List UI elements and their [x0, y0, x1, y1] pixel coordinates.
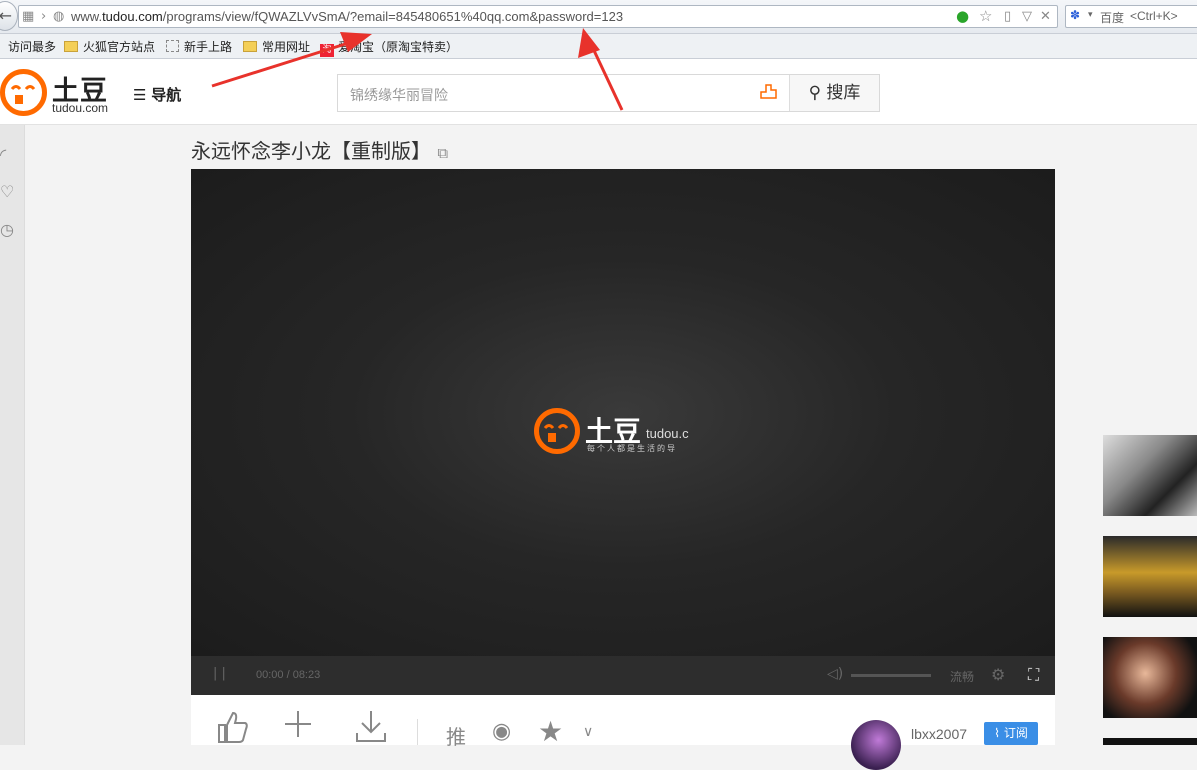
video-player[interactable]: 土豆 tudou.c 每个人都是生活的导 — [191, 169, 1055, 656]
back-button[interactable]: ← — [0, 1, 18, 31]
volume-icon[interactable]: ◁) — [827, 666, 843, 682]
star-icon[interactable]: ★ — [538, 715, 563, 748]
tudou-logo-icon[interactable] — [0, 69, 47, 116]
settings-icon[interactable]: ⚙ — [991, 665, 1005, 684]
video-title: 永远怀念李小龙【重制版】 ⧉ — [191, 139, 449, 163]
subscribe-button[interactable]: ⌇ 订阅 — [984, 722, 1038, 745]
site-search: 锦绣缘华丽冒险 ⚲ 搜库 — [337, 74, 880, 112]
rss-icon[interactable]: ◜ — [0, 145, 6, 164]
clock-icon[interactable]: ◷ — [0, 220, 14, 239]
nav-menu-button[interactable]: ☰ 导航 — [133, 84, 181, 105]
search-engine-label: 百度 — [1100, 11, 1125, 25]
ranking-icon[interactable] — [760, 83, 778, 104]
heart-icon[interactable]: ♡ — [0, 182, 14, 201]
page-icon: ▦ — [22, 9, 35, 24]
avatar[interactable] — [851, 720, 901, 770]
pause-icon[interactable]: | | — [213, 666, 226, 681]
related-video-thumbnail[interactable] — [1103, 637, 1197, 718]
time-display: 00:00 / 08:23 — [256, 669, 321, 681]
dropdown-icon[interactable]: ▽ — [1022, 9, 1032, 24]
search-shortcut: <Ctrl+K> — [1130, 9, 1178, 23]
hamburger-icon: ☰ — [133, 86, 152, 104]
related-video-thumbnail[interactable] — [1103, 435, 1197, 516]
player-slogan: 每个人都是生活的导 — [587, 444, 677, 453]
copy-icon[interactable]: ⧉ — [437, 144, 448, 162]
chevron-right-icon: › — [41, 9, 47, 24]
globe-icon: ◍ — [53, 9, 65, 24]
bookmark-item[interactable]: 常用网址 — [243, 38, 310, 55]
thumbs-up-icon[interactable] — [215, 709, 249, 750]
logo-domain: tudou.com — [52, 101, 109, 115]
quality-button[interactable]: 流畅 — [950, 668, 974, 685]
volume-slider[interactable] — [851, 674, 931, 677]
folder-icon — [243, 41, 257, 52]
url-text: www.tudou.com/programs/view/fQWAZLVvSmA/… — [71, 9, 624, 24]
fullscreen-icon[interactable]: ⛶ — [1028, 665, 1039, 685]
browser-search[interactable]: ✽ ▾ 百度 <Ctrl+K> — [1065, 5, 1197, 28]
plus-icon[interactable] — [283, 709, 313, 746]
search-input[interactable]: 锦绣缘华丽冒险 — [350, 85, 448, 105]
player-logo-domain: tudou.c — [646, 426, 689, 441]
bookmarks-bar: 访问最多 火狐官方站点 新手上路 常用网址 淘爱淘宝（原淘宝特卖） — [0, 34, 1197, 59]
bookmark-item[interactable]: 火狐官方站点 — [64, 38, 155, 55]
bookmark-item[interactable]: 新手上路 — [166, 38, 232, 55]
mobile-icon[interactable]: ▯ — [1004, 9, 1011, 24]
divider — [417, 719, 418, 745]
weibo-icon[interactable]: ◉ — [492, 719, 511, 744]
recommend-button[interactable]: 推 — [446, 721, 466, 750]
action-bar: 推 ◉ ★ ∨ lbxx2007 ⌇ 订阅 — [191, 695, 1055, 770]
download-icon[interactable] — [355, 709, 387, 750]
rss-icon: ⌇ — [994, 726, 1004, 740]
address-bar[interactable]: ▦ › ◍ www.tudou.com/programs/view/fQWAZL… — [18, 5, 1058, 28]
uploader-name[interactable]: lbxx2007 — [911, 726, 967, 742]
site-header: 土豆 tudou.com ☰ 导航 锦绣缘华丽冒险 ⚲ 搜库 — [0, 59, 1197, 125]
dropdown-icon: ▾ — [1088, 9, 1093, 19]
close-icon[interactable]: ✕ — [1040, 9, 1051, 24]
player-controls: | | 00:00 / 08:23 ◁) 流畅 ⚙ ⛶ — [191, 656, 1055, 695]
browser-toolbar: ← ▦ › ◍ www.tudou.com/programs/view/fQWA… — [0, 0, 1197, 34]
search-icon: ⚲ — [808, 83, 827, 103]
paw-icon: ✽ — [1070, 8, 1081, 22]
related-video-thumbnail[interactable] — [1103, 536, 1197, 617]
chevron-down-icon[interactable]: ∨ — [583, 724, 593, 740]
bookmark-star-icon[interactable]: ☆ — [979, 7, 992, 25]
search-button[interactable]: ⚲ 搜库 — [789, 75, 879, 111]
bookmark-item[interactable]: 淘爱淘宝（原淘宝特卖） — [320, 38, 458, 57]
taobao-icon: 淘 — [320, 44, 334, 57]
page-icon — [166, 40, 179, 52]
player-logo-icon — [534, 408, 580, 454]
left-sidebar: ◜ ♡ ◷ — [0, 125, 25, 745]
bookmark-item[interactable]: 访问最多 — [8, 38, 56, 55]
go-icon[interactable]: ● — [956, 7, 969, 25]
related-video-thumbnail[interactable] — [1103, 738, 1197, 745]
folder-icon — [64, 41, 78, 52]
